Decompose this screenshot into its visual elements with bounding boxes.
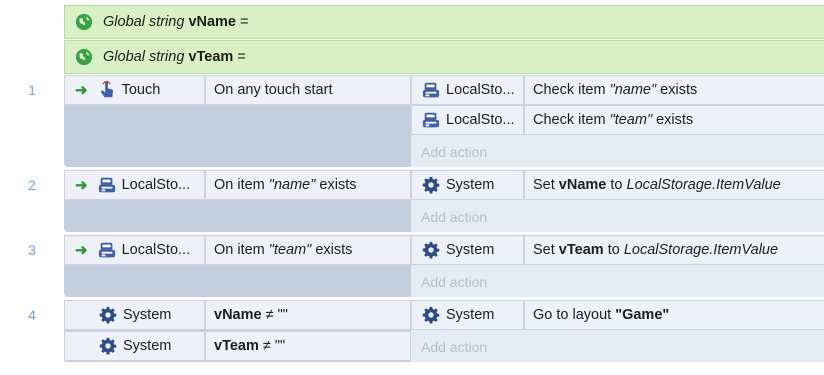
condition-object[interactable]: ➜ Touch bbox=[64, 75, 205, 105]
condition-text-label: On any touch start bbox=[214, 82, 333, 98]
add-action-link[interactable]: Add action bbox=[411, 332, 824, 362]
action-text[interactable]: Check item "team" exists bbox=[524, 105, 824, 135]
global-name: vName bbox=[188, 14, 236, 30]
action-pre: Check item bbox=[533, 82, 610, 98]
condition-object[interactable]: System bbox=[64, 300, 205, 330]
condition-pre: On item bbox=[214, 177, 269, 193]
add-action-link[interactable]: Add action bbox=[411, 267, 824, 297]
action-variable: vName bbox=[558, 177, 607, 193]
global-variable-vname[interactable]: Global string vName = bbox=[64, 5, 824, 39]
condition-variable: vTeam bbox=[214, 338, 259, 354]
action-quoted: "name" bbox=[609, 82, 657, 98]
action-object-name: System bbox=[446, 307, 495, 323]
action-object[interactable]: LocalSto... bbox=[411, 75, 524, 105]
condition-text[interactable]: On item "name" exists bbox=[205, 170, 411, 200]
trigger-arrow-icon: ➜ bbox=[75, 177, 88, 194]
condition-quoted: "team" bbox=[268, 242, 312, 258]
action-object-name: System bbox=[446, 177, 495, 193]
action-post: exists bbox=[656, 82, 698, 98]
action-text[interactable]: Check item "name" exists bbox=[524, 75, 824, 105]
action-object-name: LocalSto... bbox=[446, 112, 515, 128]
condition-object-name: System bbox=[123, 307, 172, 323]
event-number: 3 bbox=[28, 242, 36, 258]
globe-icon bbox=[75, 48, 93, 66]
condition-post: ≠ "" bbox=[258, 338, 286, 354]
condition-text[interactable]: On item "team" exists bbox=[205, 235, 411, 265]
localstorage-icon bbox=[422, 111, 440, 129]
condition-object-name: System bbox=[123, 338, 172, 354]
action-text[interactable]: Go to layout "Game" bbox=[524, 300, 824, 330]
add-action-link[interactable]: Add action bbox=[411, 137, 824, 167]
action-pre: Set bbox=[533, 242, 559, 258]
action-mid: to bbox=[603, 242, 624, 258]
trigger-arrow-icon: ➜ bbox=[75, 82, 88, 99]
localstorage-icon bbox=[98, 241, 116, 259]
condition-object-name: LocalSto... bbox=[121, 242, 191, 258]
condition-text[interactable]: On any touch start bbox=[205, 75, 411, 105]
action-variable: vTeam bbox=[558, 242, 604, 258]
action-text[interactable]: Set vTeam to LocalStorage.ItemValue bbox=[524, 235, 824, 265]
event-number: 1 bbox=[28, 82, 36, 98]
localstorage-icon bbox=[98, 176, 116, 194]
trigger-arrow-icon: ➜ bbox=[75, 242, 88, 259]
condition-post: ≠ "" bbox=[261, 307, 288, 323]
event-number: 4 bbox=[28, 307, 36, 323]
action-pre: Go to layout bbox=[533, 307, 616, 323]
localstorage-icon bbox=[422, 81, 440, 99]
condition-pre: On item bbox=[214, 242, 269, 258]
condition-object-name: Touch bbox=[121, 82, 161, 98]
gear-icon bbox=[422, 306, 440, 324]
action-object-name: LocalSto... bbox=[446, 82, 515, 98]
action-pre: Check item bbox=[533, 112, 610, 128]
condition-object[interactable]: ➜ LocalSto... bbox=[64, 170, 205, 200]
globe-icon bbox=[75, 13, 93, 31]
touch-icon bbox=[98, 81, 116, 99]
action-pre: Set bbox=[533, 177, 559, 193]
condition-text[interactable]: vTeam ≠ "" bbox=[205, 331, 411, 361]
action-layout-name: "Game" bbox=[615, 307, 670, 323]
condition-post: exists bbox=[315, 177, 357, 193]
gear-icon bbox=[422, 241, 440, 259]
action-expression: LocalStorage.ItemValue bbox=[626, 177, 781, 193]
global-name: vTeam bbox=[188, 49, 234, 65]
action-object[interactable]: System bbox=[411, 170, 524, 200]
condition-quoted: "name" bbox=[268, 177, 316, 193]
action-mid: to bbox=[606, 177, 627, 193]
global-prefix: Global string bbox=[103, 49, 185, 65]
condition-variable: vName bbox=[214, 307, 262, 323]
global-suffix: = bbox=[237, 49, 246, 65]
condition-object[interactable]: System bbox=[64, 331, 205, 361]
action-object[interactable]: System bbox=[411, 235, 524, 265]
condition-text[interactable]: vName ≠ "" bbox=[205, 300, 411, 330]
action-expression: LocalStorage.ItemValue bbox=[623, 242, 779, 258]
gear-icon bbox=[99, 306, 117, 324]
global-prefix: Global string bbox=[103, 14, 185, 30]
action-object[interactable]: System bbox=[411, 300, 524, 330]
action-object[interactable]: LocalSto... bbox=[411, 105, 524, 135]
condition-object-name: LocalSto... bbox=[121, 177, 191, 193]
gear-icon bbox=[422, 176, 440, 194]
event-number: 2 bbox=[28, 177, 36, 193]
condition-object[interactable]: ➜ LocalSto... bbox=[64, 235, 205, 265]
gear-icon bbox=[99, 337, 117, 355]
action-text[interactable]: Set vName to LocalStorage.ItemValue bbox=[524, 170, 824, 200]
global-suffix: = bbox=[240, 14, 249, 30]
action-quoted: "team" bbox=[609, 112, 653, 128]
global-variable-vteam[interactable]: Global string vTeam = bbox=[64, 40, 824, 74]
condition-post: exists bbox=[311, 242, 353, 258]
action-object-name: System bbox=[446, 242, 495, 258]
action-post: exists bbox=[652, 112, 694, 128]
add-action-link[interactable]: Add action bbox=[411, 202, 824, 232]
